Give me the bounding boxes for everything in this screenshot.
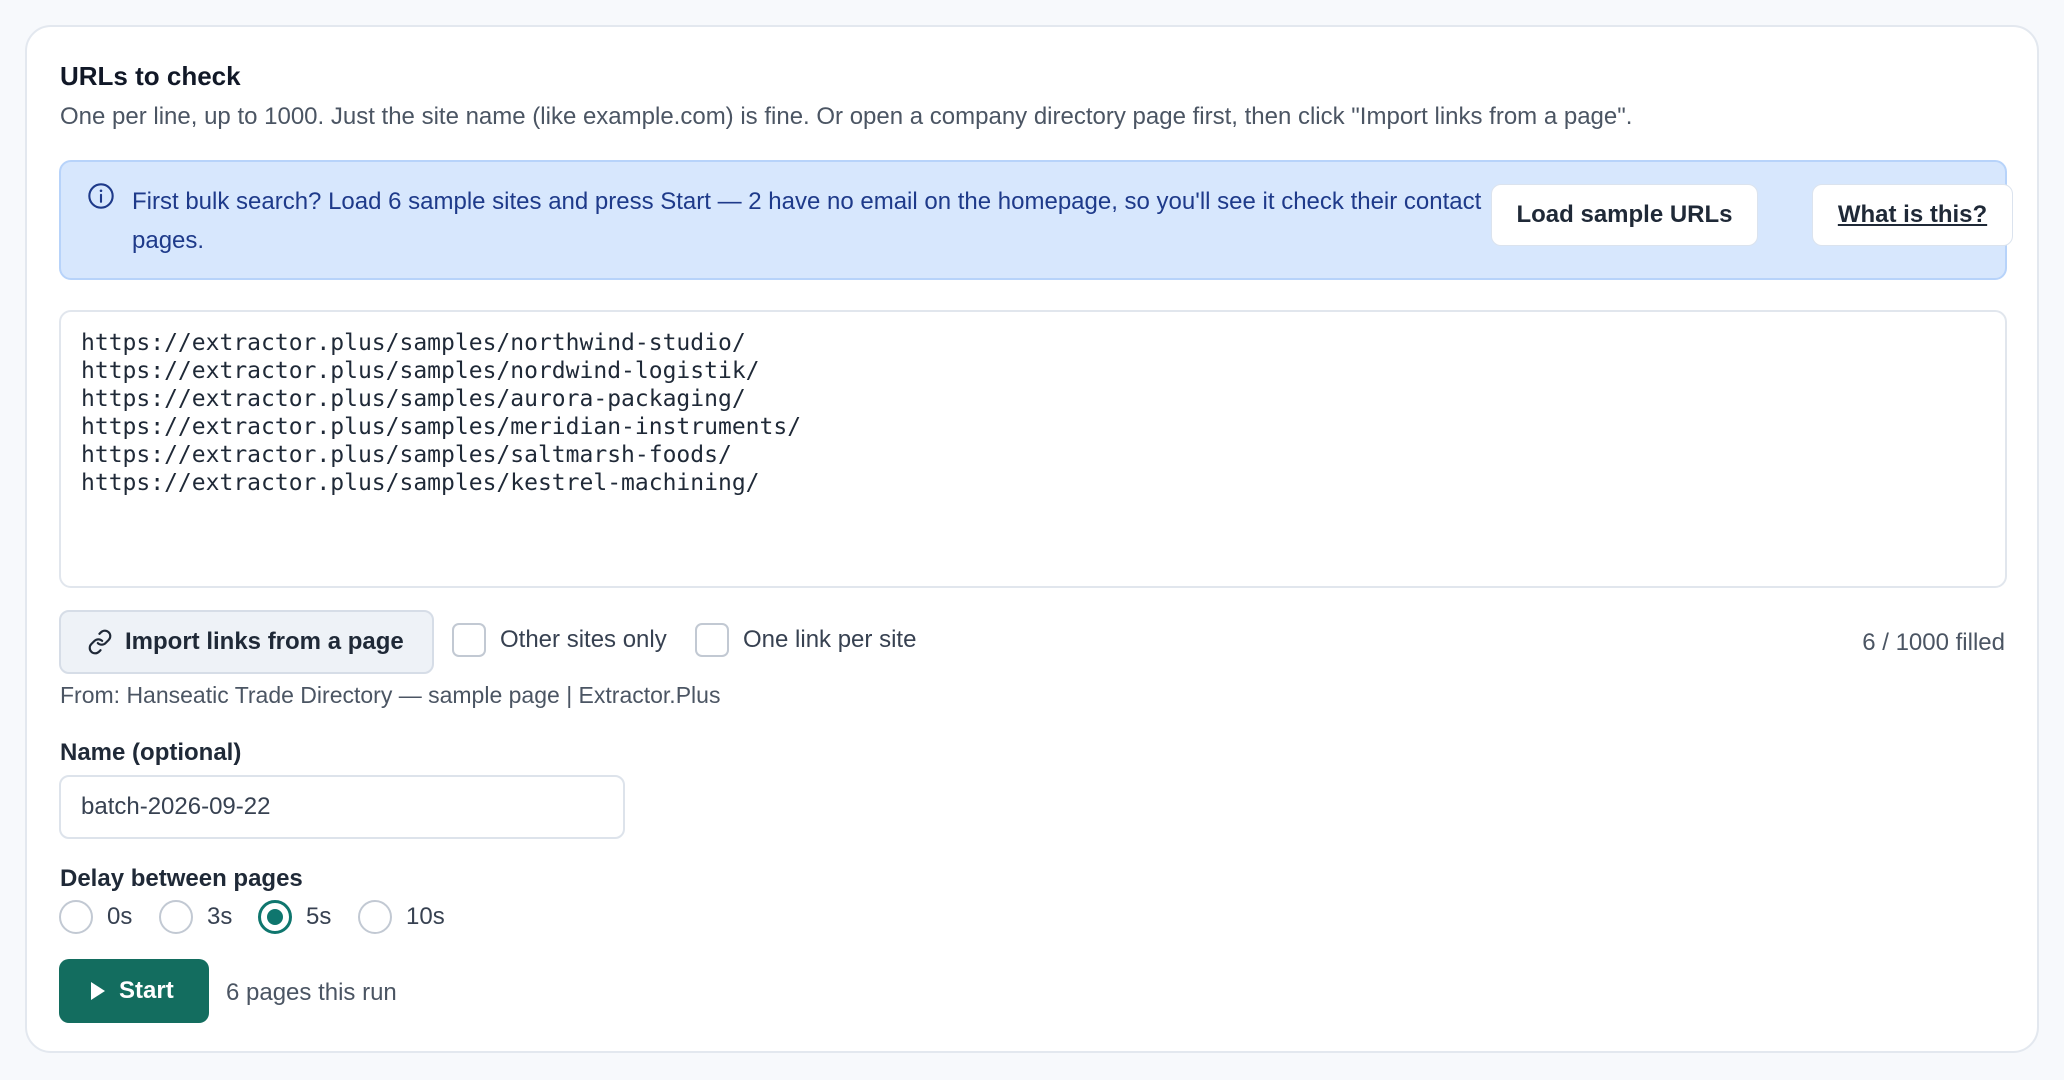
radio-dot[interactable]	[258, 900, 292, 934]
what-is-this-button[interactable]: What is this?	[1812, 184, 2013, 246]
one-link-per-site-label: One link per site	[743, 626, 917, 653]
delay-radio-0s[interactable]: 0s	[59, 900, 132, 934]
delay-option-label: 3s	[207, 903, 233, 930]
delay-label: Delay between pages	[60, 865, 303, 892]
other-sites-only-label: Other sites only	[500, 626, 667, 653]
radio-dot[interactable]	[159, 900, 193, 934]
delay-radio-10s[interactable]: 10s	[358, 900, 445, 934]
delay-option-label: 10s	[406, 903, 445, 930]
sample-banner: First bulk search? Load 6 sample sites a…	[59, 160, 2013, 280]
delay-option-label: 5s	[306, 903, 332, 930]
pages-this-run: 6 pages this run	[226, 979, 397, 1006]
section-title: URLs to check	[60, 61, 241, 91]
delay-radio-5s[interactable]: 5s	[258, 900, 331, 934]
name-label: Name (optional)	[60, 739, 242, 766]
banner-text: First bulk search? Load 6 sample sites a…	[132, 188, 1482, 254]
import-links-button[interactable]: Import links from a page	[59, 610, 434, 674]
one-link-per-site-checkbox[interactable]: One link per site	[695, 623, 916, 657]
play-icon	[91, 982, 105, 1000]
filled-count: 6 / 1000 filled	[1862, 629, 2005, 656]
start-label: Start	[119, 977, 174, 1004]
checkbox-box[interactable]	[452, 623, 486, 657]
info-icon	[88, 183, 114, 209]
start-button[interactable]: Start	[59, 959, 209, 1023]
other-sites-only-checkbox[interactable]: Other sites only	[452, 623, 667, 657]
load-sample-urls-button[interactable]: Load sample URLs	[1491, 184, 1758, 246]
section-help: One per line, up to 1000. Just the site …	[60, 103, 1633, 130]
delay-radio-3s[interactable]: 3s	[159, 900, 232, 934]
import-links-label: Import links from a page	[125, 628, 404, 655]
urls-textarea[interactable]	[59, 310, 2007, 588]
radio-dot[interactable]	[358, 900, 392, 934]
link-icon	[88, 629, 112, 655]
delay-option-label: 0s	[107, 903, 133, 930]
radio-dot[interactable]	[59, 900, 93, 934]
import-source: From: Hanseatic Trade Directory — sample…	[60, 682, 721, 708]
urls-card: URLs to check One per line, up to 1000. …	[25, 25, 2039, 1053]
name-input[interactable]	[59, 775, 625, 839]
checkbox-box[interactable]	[695, 623, 729, 657]
